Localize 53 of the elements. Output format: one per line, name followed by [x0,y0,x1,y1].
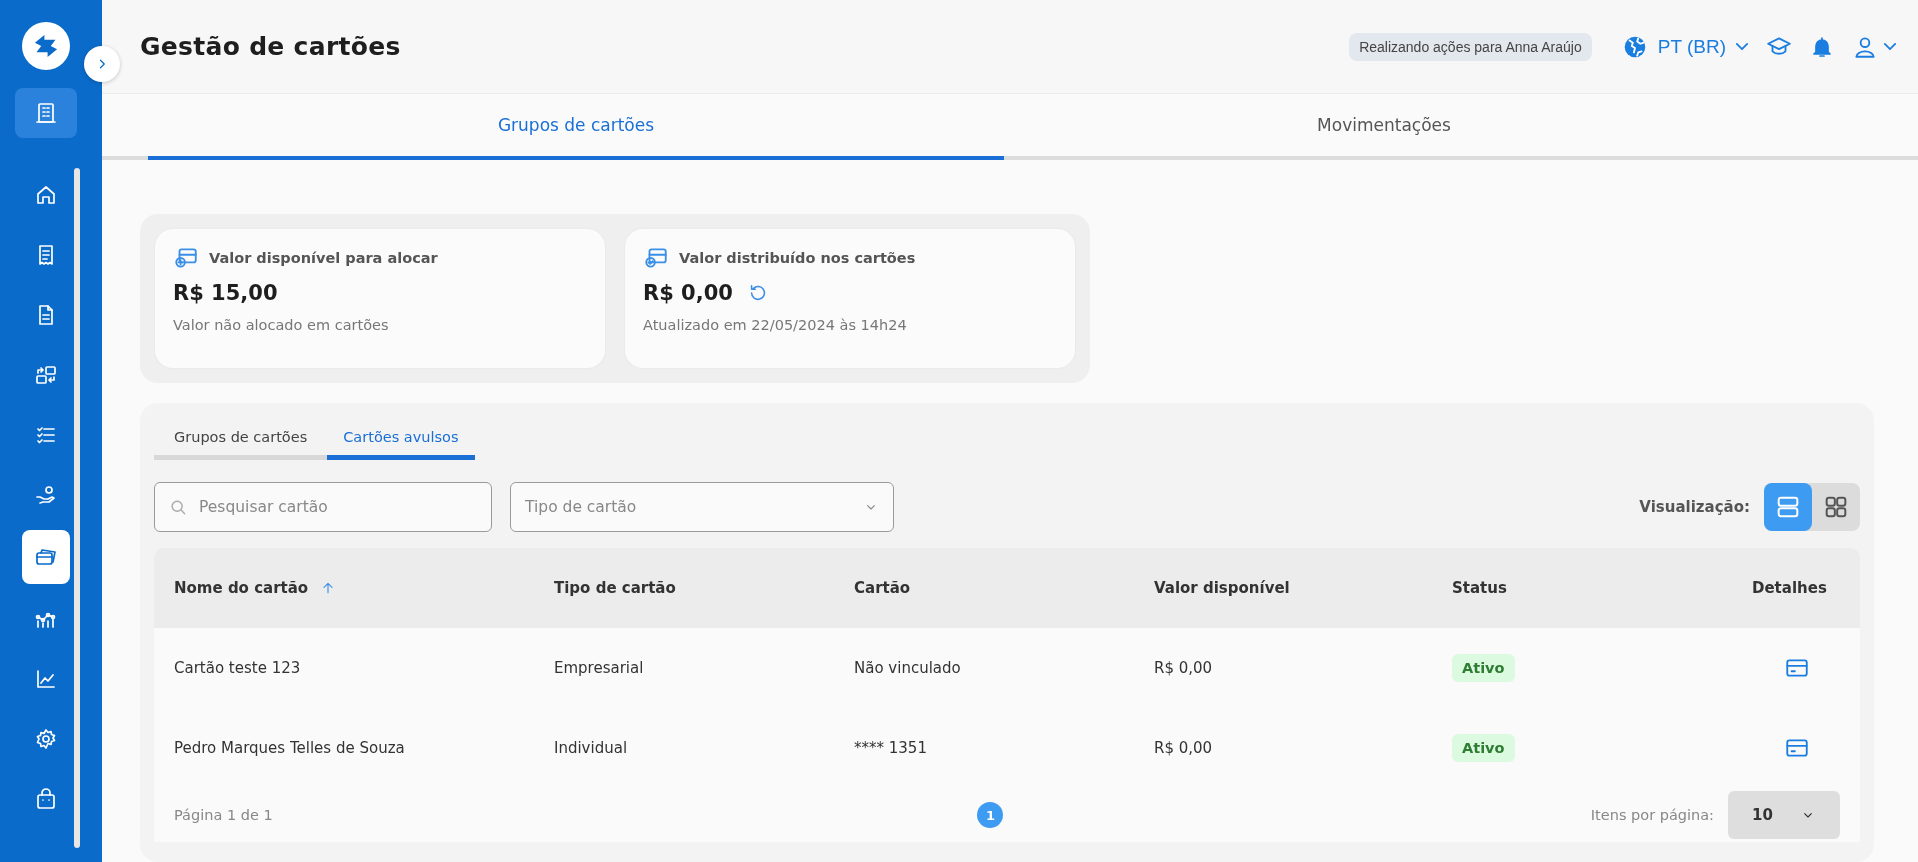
sidebar-item[interactable] [15,88,77,138]
settings-icon [34,727,58,751]
wallet-icon [643,245,669,271]
card-title: Valor disponível para alocar [209,250,438,266]
page-title: Gestão de cartões [140,32,402,61]
column-header[interactable]: Detalhes [1732,548,1860,628]
column-header[interactable]: Nome do cartão [154,548,534,628]
tab[interactable]: Movimentações [1004,94,1764,160]
transfer-icon [34,363,58,387]
column-header[interactable]: Tipo de cartão [534,548,834,628]
table-cell: Individual [534,708,834,788]
line-chart-icon [34,667,58,691]
column-header[interactable]: Status [1432,548,1732,628]
table-cell: R$ 0,00 [1134,708,1432,788]
card-note: Valor não alocado em cartões [173,317,390,333]
card-note: Atualizado em 22/05/2024 às 14h24 [643,317,908,333]
view-label: Visualização: [1639,498,1750,516]
items-per-page-label: Itens por página: [1590,807,1714,823]
bell-icon [1810,34,1834,59]
hand-coin-icon [34,483,58,507]
building-icon [34,101,58,125]
table-cell: Empresarial [534,628,834,708]
column-header[interactable]: Valor disponível [1134,548,1432,628]
tab[interactable]: Grupos de cartões [154,421,328,460]
wallet-icon [173,245,199,271]
list-view-button[interactable] [1764,483,1812,531]
table-cell: R$ 0,00 [1134,628,1432,708]
status-badge: Ativo [1452,734,1515,762]
tab[interactable]: Cartões avulsos [327,421,475,460]
page-summary: Página 1 de 1 [174,807,274,823]
tab[interactable]: Grupos de cartões [148,94,1004,160]
scrollbar[interactable] [74,168,80,848]
card-value: R$ 0,00 [643,281,733,305]
home-icon [34,183,58,207]
notifications-button[interactable] [1810,34,1834,59]
search-field[interactable]: Pesquisar cartão [154,482,492,532]
logo-icon [22,22,70,70]
table-cell: **** 1351 [834,708,1134,788]
status-badge: Ativo [1452,654,1515,682]
chevron-down-icon [1884,43,1896,50]
language-selector[interactable]: PT (BR) [1621,33,1748,60]
chevron-down-icon [1736,43,1748,50]
items-per-page-select[interactable]: 10 [1728,791,1840,839]
expand-sidebar-button[interactable] [84,46,120,82]
acting-user-badge: Realizando ações para Anna Araújo [1349,32,1592,61]
table-cell: Não vinculado [834,628,1134,708]
card-title: Valor distribuído nos cartões [679,250,916,266]
sidebar-item[interactable] [22,530,70,584]
bag-icon [34,787,58,811]
column-header[interactable]: Cartão [834,548,1134,628]
card-value: R$ 15,00 [173,281,278,305]
table-cell: Cartão teste 123 [154,628,534,708]
table-cell: Pedro Marques Telles de Souza [154,708,534,788]
